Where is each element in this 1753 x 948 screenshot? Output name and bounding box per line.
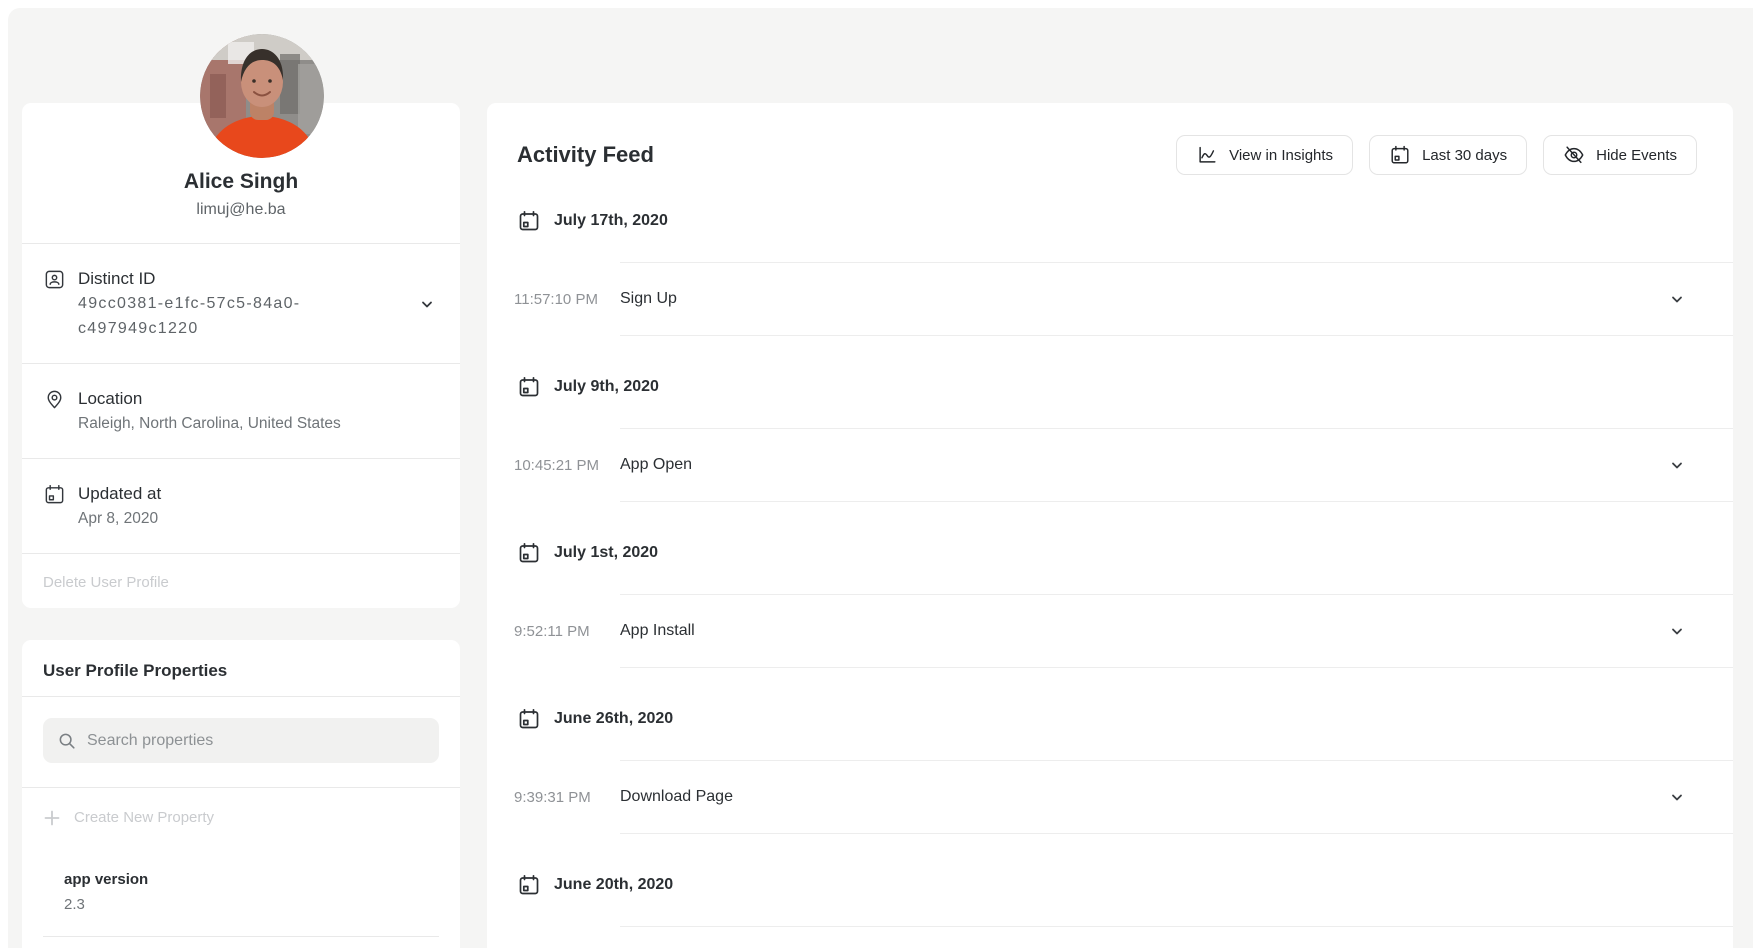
event-time: 11:57:10 PM (514, 291, 614, 308)
event-date-group: July 17th, 2020 11:57:10 PM Sign Up (515, 207, 1733, 336)
date-group-header: July 1st, 2020 (515, 539, 1733, 567)
hide-events-label: Hide Events (1596, 147, 1677, 164)
activity-feed-card: Activity Feed View in Insights (487, 103, 1733, 948)
view-in-insights-label: View in Insights (1229, 147, 1333, 164)
calendar-icon (517, 209, 541, 233)
create-new-property-button[interactable]: Create New Property (43, 805, 439, 831)
location-label: Location (78, 387, 408, 411)
calendar-icon (517, 375, 541, 399)
date-range-button[interactable]: Last 30 days (1369, 135, 1527, 175)
event-name: Download Page (620, 788, 733, 806)
event-row[interactable] (620, 926, 1733, 948)
updated-at-label: Updated at (78, 482, 408, 506)
event-date-group: June 20th, 2020 (515, 871, 1733, 948)
date-group-header: June 20th, 2020 (515, 871, 1733, 899)
chevron-down-icon[interactable] (1669, 291, 1685, 307)
location-value: Raleigh, North Carolina, United States (78, 411, 408, 436)
event-time: 9:52:11 PM (514, 623, 614, 640)
event-row[interactable]: 10:45:21 PM App Open (620, 428, 1733, 502)
user-profile-properties-card: User Profile Properties (22, 640, 460, 948)
search-section (22, 696, 460, 787)
distinct-id-value: 49cc0381-e1fc-57c5-84a0-c497949c1220 (78, 291, 338, 341)
profile-email: limuj@he.ba (43, 197, 439, 223)
search-box[interactable] (43, 718, 439, 763)
distinct-id-section: Distinct ID 49cc0381-e1fc-57c5-84a0-c497… (22, 243, 460, 363)
distinct-id-label: Distinct ID (78, 267, 408, 291)
divider (43, 936, 439, 937)
event-date-group: July 9th, 2020 10:45:21 PM App Open (515, 373, 1733, 502)
user-profile-properties-title: User Profile Properties (43, 658, 439, 684)
event-name: App Open (620, 456, 692, 474)
group-date-label: July 17th, 2020 (554, 212, 668, 230)
event-name: App Install (620, 622, 695, 640)
property-value: 2.3 (64, 892, 418, 918)
date-group-header: June 26th, 2020 (515, 705, 1733, 733)
event-date-group: June 26th, 2020 9:39:31 PM Download Page (515, 705, 1733, 834)
chevron-down-icon[interactable] (1669, 623, 1685, 639)
avatar (200, 34, 324, 158)
calendar-icon (517, 873, 541, 897)
event-name: Sign Up (620, 290, 677, 308)
event-row[interactable]: 9:52:11 PM App Install (620, 594, 1733, 668)
user-profile-page: Alice Singh limuj@he.ba Distinct ID 49cc… (0, 0, 1753, 948)
group-date-label: June 20th, 2020 (554, 876, 673, 894)
calendar-icon (517, 707, 541, 731)
updated-at-value: Apr 8, 2020 (78, 506, 408, 531)
group-date-label: June 26th, 2020 (554, 710, 673, 728)
event-date-group: July 1st, 2020 9:52:11 PM App Install (515, 539, 1733, 668)
search-properties-input[interactable] (87, 732, 425, 750)
id-badge-icon (43, 267, 67, 291)
property-list-item[interactable]: app version 2.3 (43, 868, 439, 936)
profile-name: Alice Singh (43, 167, 439, 197)
event-time: 10:45:21 PM (514, 457, 614, 474)
calendar-icon (43, 482, 67, 506)
group-date-label: July 9th, 2020 (554, 378, 659, 396)
date-group-header: July 17th, 2020 (515, 207, 1733, 235)
calendar-icon (1389, 144, 1411, 166)
updated-at-section: Updated at Apr 8, 2020 (22, 458, 460, 553)
location-pin-icon (43, 387, 67, 411)
plus-icon (43, 809, 61, 827)
property-name: app version (64, 868, 418, 892)
event-time: 9:39:31 PM (514, 789, 614, 806)
create-new-property-label: Create New Property (74, 805, 214, 831)
date-range-label: Last 30 days (1422, 147, 1507, 164)
hide-events-button[interactable]: Hide Events (1543, 135, 1697, 175)
event-row[interactable]: 11:57:10 PM Sign Up (620, 262, 1733, 336)
eye-off-icon (1563, 144, 1585, 166)
chevron-down-icon[interactable] (1669, 457, 1685, 473)
chevron-down-icon[interactable] (419, 296, 439, 312)
view-in-insights-button[interactable]: View in Insights (1176, 135, 1353, 175)
search-icon (57, 731, 77, 751)
date-group-header: July 9th, 2020 (515, 373, 1733, 401)
line-chart-icon (1196, 144, 1218, 166)
calendar-icon (517, 541, 541, 565)
chevron-down-icon[interactable] (1669, 789, 1685, 805)
delete-user-profile-button[interactable]: Delete User Profile (22, 553, 460, 611)
profile-card: Alice Singh limuj@he.ba Distinct ID 49cc… (22, 103, 460, 608)
event-row[interactable]: 9:39:31 PM Download Page (620, 760, 1733, 834)
activity-feed-title: Activity Feed (517, 142, 1176, 168)
location-section: Location Raleigh, North Carolina, United… (22, 363, 460, 458)
activity-feed-header: Activity Feed View in Insights (515, 103, 1733, 175)
group-date-label: July 1st, 2020 (554, 544, 658, 562)
